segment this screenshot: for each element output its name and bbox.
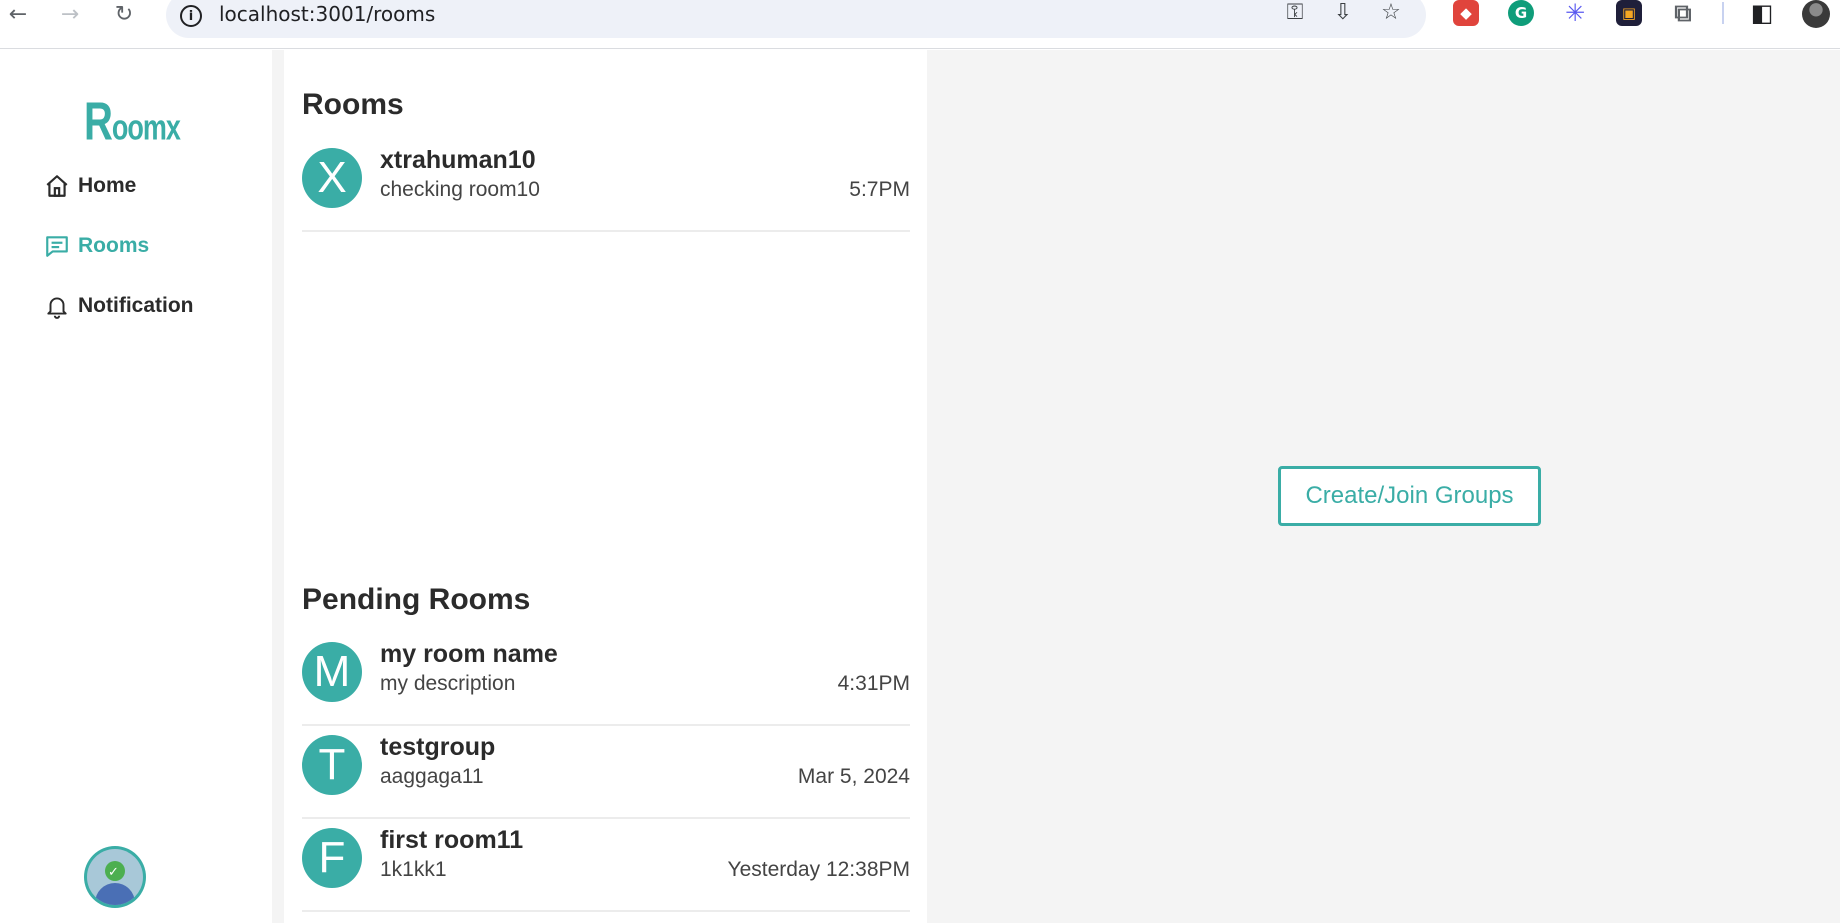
bell-icon bbox=[47, 297, 67, 319]
room-time: 4:31PM bbox=[837, 672, 910, 695]
pending-room-list-item[interactable]: F first room11 1k1kk1 Yesterday 12:38PM bbox=[302, 820, 910, 912]
room-time: Yesterday 12:38PM bbox=[727, 858, 910, 881]
browser-profile-avatar[interactable] bbox=[1802, 0, 1830, 28]
room-avatar: F bbox=[302, 828, 362, 888]
sidebar-item-notification[interactable]: Notification bbox=[44, 288, 194, 324]
sidebar: Roomx Home Rooms Notification ✓ bbox=[0, 50, 272, 923]
key-icon[interactable]: ⚿ bbox=[1280, 0, 1310, 26]
room-description: aaggaga11 bbox=[380, 765, 484, 788]
extension-star-icon[interactable]: ✳ bbox=[1562, 0, 1588, 27]
bookmark-star-icon[interactable]: ☆ bbox=[1376, 0, 1406, 26]
logo-rest: oomx bbox=[111, 106, 181, 148]
pending-rooms-heading: Pending Rooms bbox=[302, 583, 531, 616]
avatar-body-shape bbox=[95, 883, 135, 905]
sidebar-item-rooms[interactable]: Rooms bbox=[44, 228, 149, 264]
avatar-image: ✓ bbox=[87, 849, 143, 905]
room-time: 5:7PM bbox=[849, 178, 910, 201]
pending-room-list-item[interactable]: M my room name my description 4:31PM bbox=[302, 634, 910, 726]
reload-icon[interactable]: ↻ bbox=[106, 0, 142, 28]
app-logo[interactable]: Roomx bbox=[84, 92, 181, 153]
chat-icon bbox=[46, 236, 68, 257]
room-description: checking room10 bbox=[380, 178, 540, 201]
grammarly-icon[interactable]: G bbox=[1508, 0, 1534, 26]
room-list-item[interactable]: X xtrahuman10 checking room10 5:7PM bbox=[302, 140, 910, 232]
room-name: first room11 bbox=[380, 826, 524, 854]
site-info-icon[interactable]: i bbox=[180, 5, 202, 27]
room-avatar: M bbox=[302, 642, 362, 702]
forward-icon[interactable]: → bbox=[52, 0, 88, 28]
logo-initial: R bbox=[84, 92, 113, 152]
install-app-icon[interactable]: ⇩ bbox=[1328, 0, 1358, 26]
room-avatar: X bbox=[302, 148, 362, 208]
check-icon: ✓ bbox=[108, 865, 119, 880]
sidebar-item-label: Notification bbox=[78, 294, 194, 317]
browser-toolbar: ← → ↻ i localhost:3001/rooms ⚿ ⇩ ☆ ◆ G ✳… bbox=[0, 0, 1840, 49]
address-bar[interactable]: i localhost:3001/rooms ⚿ ⇩ ☆ bbox=[166, 0, 1426, 38]
side-panel-icon[interactable]: ◧ bbox=[1749, 0, 1775, 27]
sidebar-item-label: Rooms bbox=[78, 234, 150, 257]
url-text[interactable]: localhost:3001/rooms bbox=[219, 2, 435, 26]
main-panel: Create/Join Groups bbox=[927, 50, 1840, 923]
extension-colorful-icon[interactable]: ▣ bbox=[1616, 0, 1642, 26]
sidebar-divider bbox=[272, 50, 284, 923]
room-name: testgroup bbox=[380, 733, 496, 761]
room-avatar: T bbox=[302, 735, 362, 795]
extensions-puzzle-icon[interactable]: ⧉ bbox=[1670, 0, 1696, 27]
rooms-list-panel: Rooms X xtrahuman10 checking room10 5:7P… bbox=[284, 50, 927, 923]
room-time: Mar 5, 2024 bbox=[797, 765, 910, 788]
home-icon bbox=[46, 175, 68, 197]
room-name: my room name bbox=[380, 640, 558, 668]
sidebar-item-label: Home bbox=[78, 174, 137, 197]
room-description: my description bbox=[380, 672, 516, 695]
pending-room-list-item[interactable]: T testgroup aaggaga11 Mar 5, 2024 bbox=[302, 727, 910, 819]
rooms-heading: Rooms bbox=[302, 88, 404, 121]
app-root: Roomx Home Rooms Notification ✓ Rooms X … bbox=[0, 50, 1840, 923]
create-join-groups-button[interactable]: Create/Join Groups bbox=[1278, 466, 1541, 526]
back-icon[interactable]: ← bbox=[0, 0, 36, 28]
toolbar-divider bbox=[1722, 2, 1724, 24]
user-avatar[interactable]: ✓ bbox=[84, 846, 146, 908]
room-description: 1k1kk1 bbox=[380, 858, 447, 881]
sidebar-item-home[interactable]: Home bbox=[44, 168, 136, 204]
room-name: xtrahuman10 bbox=[380, 146, 536, 174]
extension-red-icon[interactable]: ◆ bbox=[1453, 0, 1479, 26]
